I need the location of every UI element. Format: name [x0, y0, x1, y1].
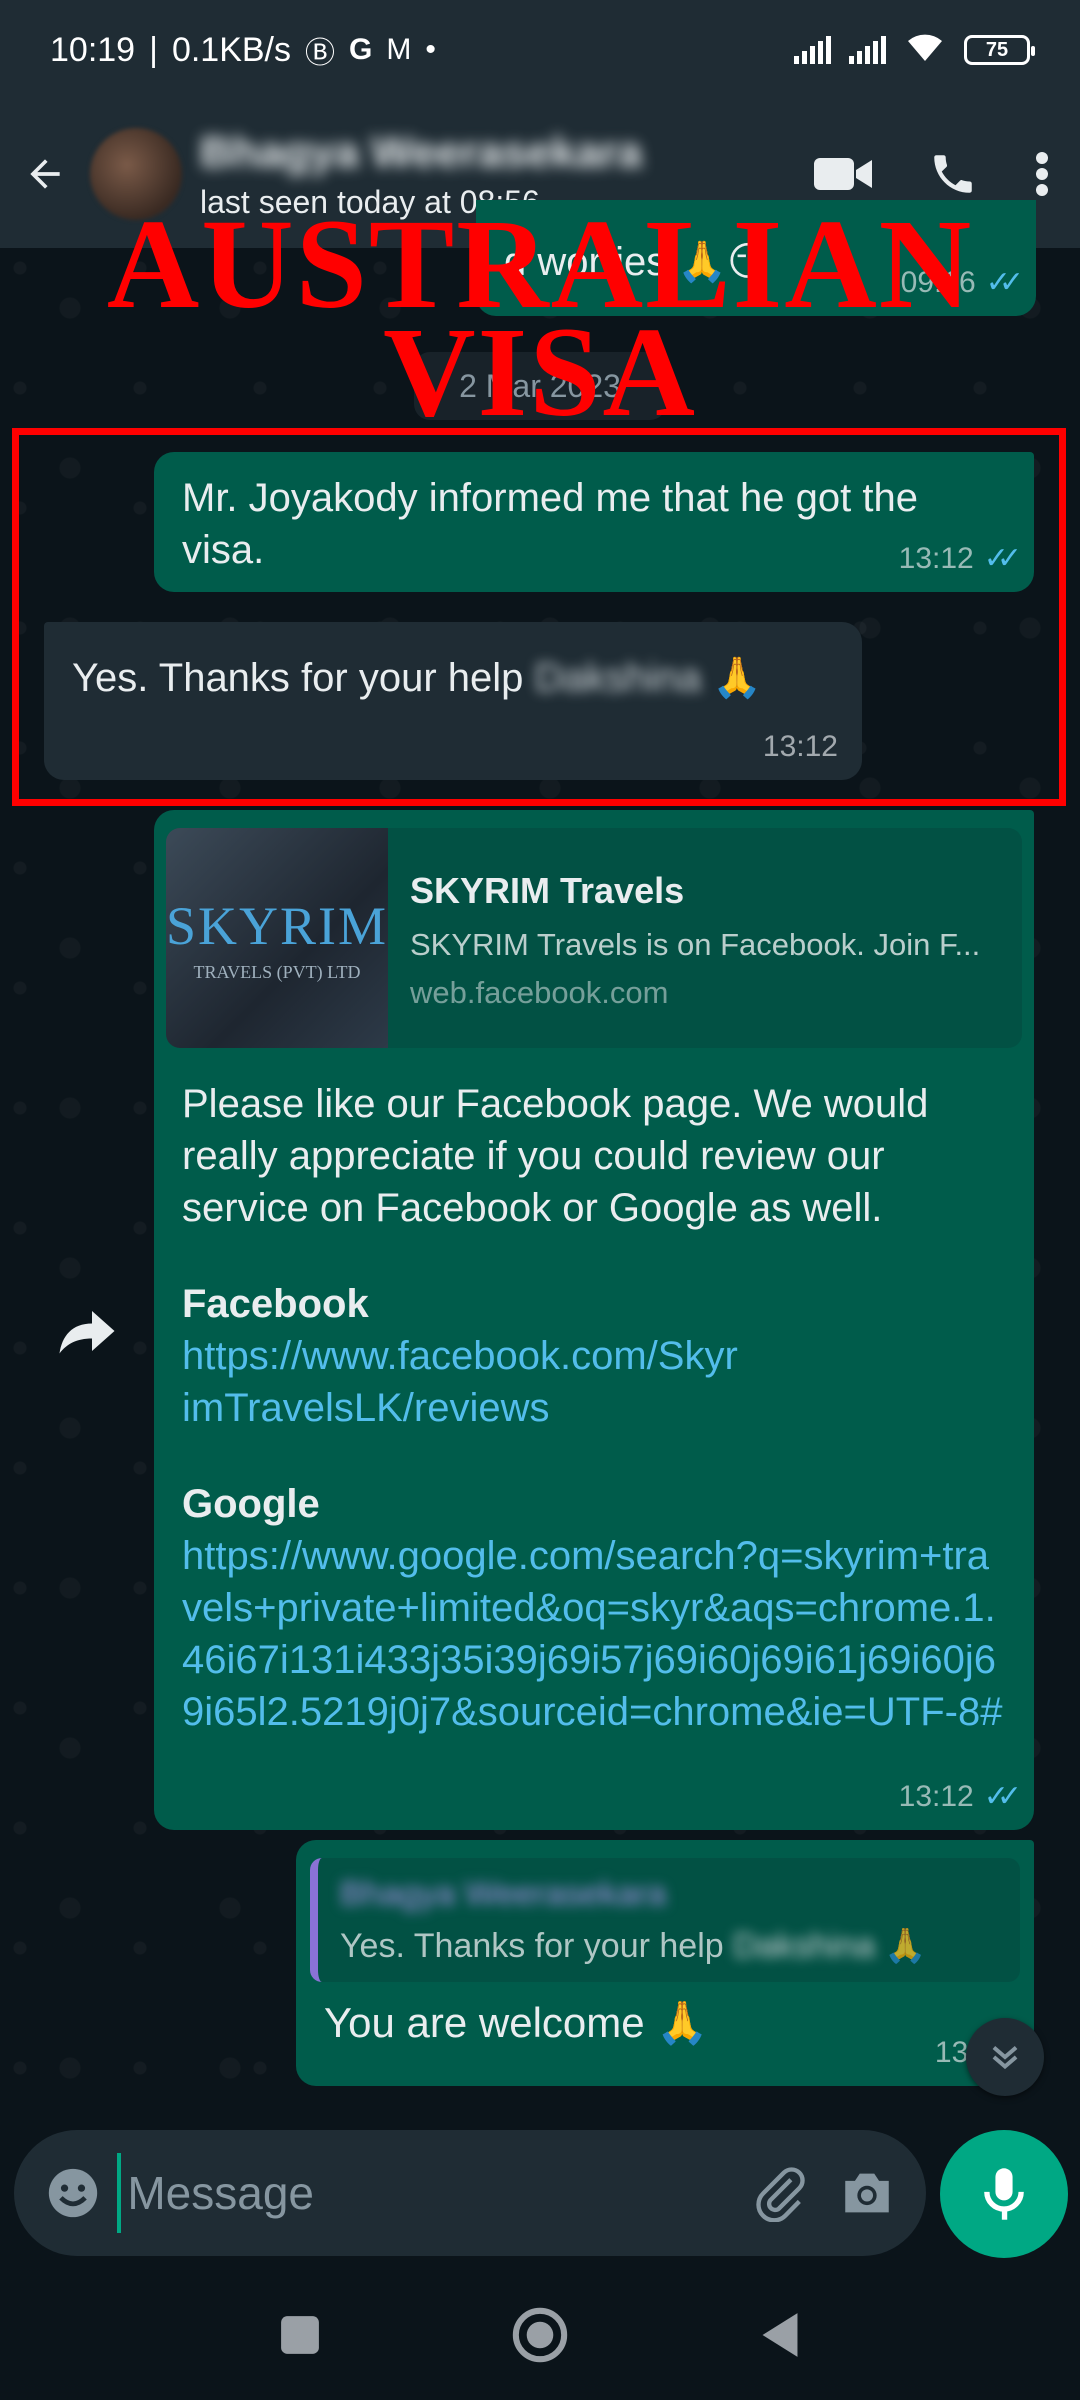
gmail-icon: M: [386, 33, 412, 66]
camera-icon: [845, 2173, 890, 2213]
link-preview-card[interactable]: SKYRIM TRAVELS (PVT) LTD SKYRIM Travels …: [166, 828, 1022, 1048]
message-bubble-reply[interactable]: Bhagya Weerasekara Yes. Thanks for your …: [296, 1840, 1034, 2086]
quote-emoji: 🙏: [884, 1927, 927, 1966]
message-input[interactable]: [117, 2153, 726, 2233]
square-icon: [281, 2316, 319, 2354]
contact-name: Bhagya Weerasekara: [200, 127, 642, 177]
back-button[interactable]: [0, 100, 90, 248]
recents-button[interactable]: [265, 2300, 335, 2370]
preview-title: SKYRIM Travels: [410, 870, 685, 911]
back-nav-button[interactable]: [745, 2300, 815, 2370]
b-circle-icon: Ⓑ: [305, 37, 336, 70]
scroll-to-bottom-button[interactable]: [966, 2018, 1044, 2096]
emoji-icon: [48, 2168, 97, 2218]
video-camera-icon: [814, 158, 872, 190]
more-options-button[interactable]: [1034, 149, 1050, 199]
quoted-message[interactable]: Bhagya Weerasekara Yes. Thanks for your …: [310, 1858, 1020, 1983]
voice-message-button[interactable]: [940, 2130, 1068, 2258]
forward-arrow-icon: [59, 1311, 115, 1354]
wifi-icon: [904, 29, 946, 72]
quote-text: Yes. Thanks for your help: [340, 1927, 724, 1966]
home-button[interactable]: [505, 2300, 575, 2370]
facebook-label: Facebook: [182, 1282, 369, 1326]
attach-button[interactable]: [747, 2158, 812, 2228]
triangle-back-icon: [762, 2313, 798, 2357]
preview-domain: web.facebook.com: [410, 975, 669, 1011]
double-chevron-down-icon: [992, 2045, 1018, 2070]
dot-icon: •: [425, 33, 436, 66]
google-label: Google: [182, 1482, 320, 1526]
message-time: 13:12: [898, 1780, 974, 1813]
avatar[interactable]: [90, 128, 182, 220]
circle-icon: [512, 2307, 568, 2363]
voice-call-button[interactable]: [928, 149, 978, 199]
network-speed: 0.1KB/s: [171, 30, 292, 69]
message-bubble-previous[interactable]: d worries 🙏😏 09:16 ✓✓: [476, 200, 1036, 316]
preview-logo-sub: TRAVELS (PVT) LTD: [193, 962, 361, 983]
microphone-icon: [984, 2168, 1024, 2220]
status-time: 10:19: [50, 30, 136, 69]
status-bar: 10:19 | 0.1KB/s Ⓑ G M • 75: [0, 0, 1080, 100]
double-check-icon: ✓✓: [985, 266, 1024, 299]
date-chip: 2 Mar 2023: [414, 352, 666, 420]
facebook-link[interactable]: https://www.facebook.com/SkyrimTravelsLK…: [182, 1330, 742, 1434]
signal-icon-2: [849, 36, 886, 64]
double-check-icon: ✓✓: [983, 1780, 1022, 1813]
g-icon: G: [349, 33, 373, 66]
system-nav-bar: [0, 2270, 1080, 2400]
paperclip-icon: [756, 2167, 805, 2222]
phone-icon: [934, 155, 972, 193]
highlight-box: [12, 428, 1066, 806]
video-call-button[interactable]: [814, 154, 872, 194]
google-link[interactable]: https://www.google.com/search?q=skyrim+t…: [182, 1530, 1006, 1738]
forward-button[interactable]: [52, 1296, 122, 1366]
quote-sender: Bhagya Weerasekara: [340, 1875, 667, 1913]
preview-description: SKYRIM Travels is on Facebook. Join F...: [410, 926, 981, 962]
kebab-menu-icon: [1036, 152, 1048, 196]
message-text: You are welcome 🙏: [324, 1999, 709, 2047]
message-text: d worries 🙏😏: [504, 240, 769, 284]
message-composer: [14, 2130, 926, 2256]
camera-button[interactable]: [835, 2158, 900, 2228]
battery-icon: 75: [964, 35, 1035, 65]
message-body: Please like our Facebook page. We would …: [182, 1082, 929, 1230]
message-time: 09:16: [900, 266, 976, 299]
preview-logo: SKYRIM: [166, 896, 389, 957]
emoji-button[interactable]: [40, 2158, 105, 2228]
message-bubble-link[interactable]: SKYRIM TRAVELS (PVT) LTD SKYRIM Travels …: [154, 810, 1034, 1830]
quote-blurred-name: Dakshina: [733, 1927, 875, 1966]
arrow-left-icon: [30, 159, 60, 189]
signal-icon: [794, 36, 831, 64]
preview-thumbnail: SKYRIM TRAVELS (PVT) LTD: [166, 828, 388, 1048]
